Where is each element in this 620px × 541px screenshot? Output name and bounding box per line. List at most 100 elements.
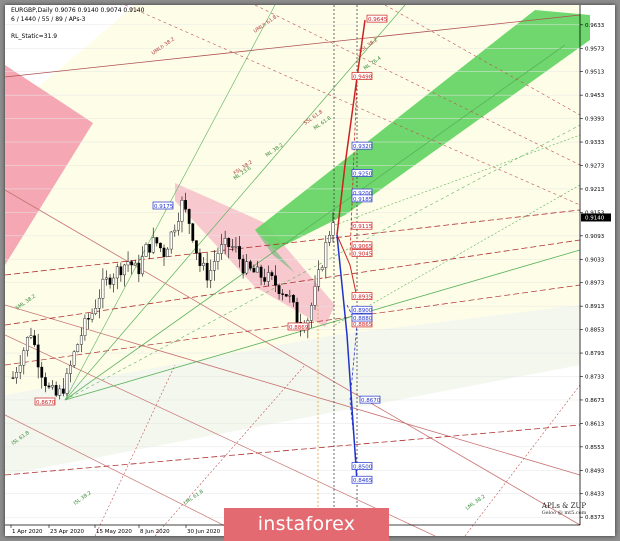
candle-body [162, 247, 166, 257]
candle-body [69, 365, 72, 374]
candle-body [72, 351, 76, 366]
level-label-red: 0.8935 [351, 292, 373, 301]
level-label-blue-text: 0.9320 [353, 144, 373, 150]
candle-body [108, 277, 112, 285]
candle-body [11, 377, 15, 379]
level-label-red-text: 0.8869 [289, 325, 309, 331]
candle-body [123, 264, 126, 276]
x-tick-label: 15 May 2020 [96, 529, 132, 535]
candle-body [43, 377, 47, 387]
level-label-red: 0.9645 [366, 14, 388, 23]
candle-body [97, 298, 101, 309]
candle-body [155, 237, 159, 244]
candle-body [230, 246, 234, 248]
indicator-value: RL_Static=31.9 [11, 33, 58, 40]
candle-body [58, 388, 62, 396]
candle-body [166, 248, 170, 257]
candle-body [76, 344, 80, 353]
level-label-red-text: 0.8935 [353, 295, 373, 301]
brand-subtitle: Geloo @ mt5.com [541, 510, 587, 516]
candle-body [79, 335, 83, 345]
symbol-info: EURGBP,Daily 0.9076 0.9140 0.9074 0.9140 [11, 7, 145, 14]
candle-body [15, 371, 18, 379]
brand-title: APLs & ZUP [541, 502, 587, 510]
candle-body [248, 261, 252, 269]
y-tick-label: 0.9513 [585, 70, 605, 76]
candle-body [270, 272, 274, 276]
candle-body [133, 262, 137, 266]
level-label-blue: 0.8500 [351, 462, 373, 471]
candle-body [40, 366, 44, 378]
candle-body [238, 246, 241, 260]
candle-body [184, 200, 187, 210]
y-tick-label: 0.9033 [585, 257, 605, 263]
level-label-blue-text: 0.8670 [361, 398, 381, 404]
candle-body [94, 308, 98, 314]
candle-body [61, 388, 65, 394]
candle-body [36, 344, 40, 368]
candle-body [205, 262, 209, 281]
instaforex-logo[interactable]: instaforex [224, 508, 389, 541]
candle-body [83, 318, 87, 336]
candle-body [259, 266, 263, 278]
candle-body [266, 272, 270, 282]
level-label-blue: 0.9250 [351, 169, 373, 177]
candle-body [87, 318, 90, 320]
y-tick-label: 0.8853 [585, 328, 605, 334]
y-tick-label: 0.8493 [585, 468, 605, 474]
candle-body [252, 268, 256, 273]
candle-body [313, 286, 317, 306]
candle-body [112, 277, 116, 285]
level-label-red-text: 0.9498 [353, 75, 373, 81]
candle-body [223, 238, 227, 245]
candle-body [194, 240, 198, 254]
candle-body [47, 385, 51, 388]
candle-body [288, 295, 292, 297]
level-label-red-text: 0.9065 [353, 244, 373, 250]
candle-body [144, 244, 148, 257]
level-label-red: 0.9498 [351, 72, 373, 81]
candle-body [159, 242, 162, 249]
candle-body [101, 278, 105, 299]
candle-body [18, 365, 22, 373]
y-tick-label: 0.9093 [585, 234, 605, 240]
candle-body [115, 266, 119, 279]
candle-body [148, 244, 152, 253]
candle-body [320, 267, 324, 271]
y-tick-label: 0.9573 [585, 46, 605, 52]
candle-body [198, 252, 202, 266]
candle-body [212, 261, 216, 271]
y-tick-label: 0.8973 [585, 281, 605, 287]
level-label-blue-text: 0.9250 [353, 171, 373, 177]
candle-body [54, 385, 58, 396]
candle-body [151, 237, 155, 253]
candle-body [65, 373, 69, 394]
price-chart[interactable]: UMLh 38.2UMLh 61.8SSL 38.2SSL 61.8FSL 38… [5, 5, 615, 536]
candle-body [51, 385, 54, 388]
y-tick-label: 0.8673 [585, 398, 605, 404]
candle-body [176, 221, 180, 231]
level-label-red: 0.9065 [351, 241, 373, 250]
level-label-red: 0.8869 [287, 322, 309, 331]
level-label-blue: 0.8880 [351, 313, 373, 322]
level-label-blue: 0.9185 [351, 194, 373, 203]
candle-body [105, 277, 108, 280]
y-tick-label: 0.8793 [585, 351, 605, 357]
level-label-blue: 0.9320 [351, 141, 373, 150]
candle-body [220, 244, 223, 254]
candle-body [331, 222, 335, 236]
candle-body [169, 231, 173, 250]
candle-body [328, 234, 331, 243]
candle-body [263, 277, 267, 282]
candle-body [295, 302, 299, 323]
y-tick-label: 0.9273 [585, 163, 605, 169]
candle-body [33, 335, 36, 346]
y-tick-label: 0.9213 [585, 187, 605, 193]
candle-body [90, 313, 94, 320]
y-tick-label: 0.8613 [585, 421, 605, 427]
level-label-blue: 0.8465 [351, 475, 373, 484]
level-label-red-text: 0.8865 [353, 322, 373, 328]
x-tick-label: 30 Jun 2020 [187, 529, 221, 535]
current-price-label: 0.9140 [585, 215, 605, 221]
brand-watermark: APLs & ZUP Geloo @ mt5.com [534, 502, 594, 516]
